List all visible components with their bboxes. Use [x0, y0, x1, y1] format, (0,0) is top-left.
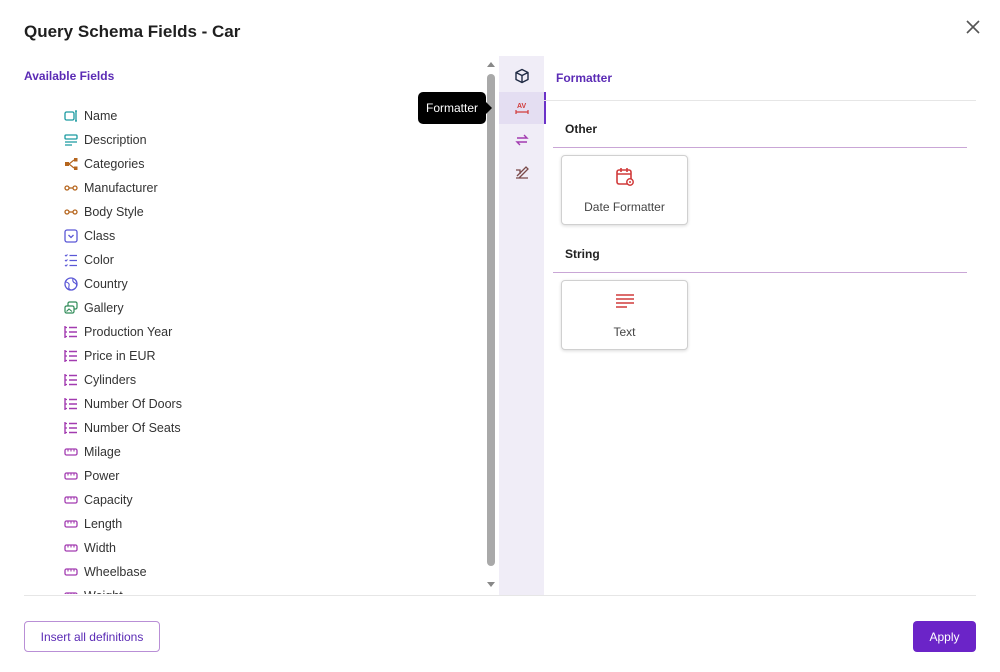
text-field-icon	[64, 109, 78, 123]
list-item[interactable]: Country	[64, 272, 128, 296]
insert-all-definitions-button[interactable]: Insert all definitions	[24, 621, 160, 652]
measure-icon	[64, 541, 78, 555]
formatter-icon: AV	[514, 103, 529, 114]
numbered-list-icon	[64, 421, 78, 435]
measure-icon	[64, 493, 78, 507]
field-label: Wheelbase	[84, 565, 147, 579]
numbered-list-icon	[64, 349, 78, 363]
numbered-list-icon	[64, 325, 78, 339]
list-item[interactable]: Price in EUR	[64, 344, 156, 368]
rich-text-icon	[64, 133, 78, 147]
measure-icon	[64, 517, 78, 531]
list-item[interactable]: Capacity	[64, 488, 133, 512]
hierarchy-icon	[64, 157, 78, 171]
relation-icon	[64, 205, 78, 219]
field-list: Name Description Categories Manufacturer Bod…	[24, 104, 480, 594]
field-label: Body Style	[84, 205, 144, 219]
field-label: Cylinders	[84, 373, 137, 387]
card-text[interactable]: Text	[561, 280, 688, 350]
section-heading-string: String	[565, 247, 600, 261]
list-item[interactable]: Width	[64, 536, 116, 560]
dialog-title: Query Schema Fields - Car	[24, 22, 241, 41]
tool-button-transform[interactable]	[499, 124, 544, 156]
field-label: Production Year	[84, 325, 173, 339]
section-divider	[553, 147, 967, 148]
field-label: Gallery	[84, 301, 124, 315]
card-label: Text	[613, 325, 636, 339]
measure-icon	[64, 565, 78, 579]
field-list-scrollbar[interactable]	[484, 60, 498, 592]
numbered-list-icon	[64, 397, 78, 411]
field-label: Capacity	[84, 493, 133, 507]
numbered-list-icon	[64, 373, 78, 387]
list-item[interactable]: Wheelbase	[64, 560, 147, 584]
field-label: Width	[84, 541, 116, 555]
list-item[interactable]: Power	[64, 464, 119, 488]
field-label: Description	[84, 133, 147, 147]
footer-divider	[24, 595, 976, 596]
gallery-icon	[64, 301, 78, 315]
list-item[interactable]: Gallery	[64, 296, 124, 320]
tool-button-formatter[interactable]: AV	[499, 92, 546, 124]
list-item[interactable]: Milage	[64, 440, 121, 464]
list-item[interactable]: Weight	[64, 584, 123, 594]
calendar-gear-icon	[616, 168, 634, 186]
field-label: Power	[84, 469, 120, 483]
field-label: Name	[84, 109, 118, 123]
field-label: Color	[84, 253, 114, 267]
available-fields-heading: Available Fields	[24, 69, 115, 83]
field-label: Manufacturer	[84, 181, 158, 195]
field-label: Weight	[84, 589, 123, 594]
signature-icon	[515, 166, 529, 179]
card-label: Date Formatter	[584, 200, 665, 214]
field-label: Price in EUR	[84, 349, 156, 363]
scroll-down-arrow-icon[interactable]	[487, 582, 495, 587]
scroll-up-arrow-icon[interactable]	[487, 62, 495, 67]
list-item[interactable]: Class	[64, 224, 115, 248]
globe-icon	[64, 277, 78, 291]
formatter-tooltip: Formatter	[418, 92, 493, 124]
field-label: Milage	[84, 445, 121, 459]
field-label: Categories	[84, 157, 145, 171]
section-divider	[553, 272, 967, 273]
tool-button-cube[interactable]	[499, 60, 544, 92]
measure-icon	[64, 469, 78, 483]
list-item[interactable]: Name	[64, 104, 117, 128]
list-item[interactable]: Categories	[64, 152, 144, 176]
list-item[interactable]: Cylinders	[64, 368, 136, 392]
field-label: Number Of Doors	[84, 397, 182, 411]
list-item[interactable]: Length	[64, 512, 122, 536]
apply-button[interactable]: Apply	[913, 621, 976, 652]
checklist-icon	[64, 253, 78, 267]
field-label: Class	[84, 229, 116, 243]
scroll-thumb[interactable]	[487, 74, 495, 566]
text-lines-icon	[616, 294, 634, 308]
list-item[interactable]: Body Style	[64, 200, 144, 224]
panel-title: Formatter	[556, 71, 613, 85]
field-label: Length	[84, 517, 123, 531]
measure-icon	[64, 445, 78, 459]
field-label: Number Of Seats	[84, 421, 181, 435]
panel-divider	[544, 100, 976, 101]
list-item[interactable]: Number Of Doors	[64, 392, 182, 416]
svg-text:AV: AV	[517, 103, 527, 110]
dropdown-icon	[64, 229, 78, 243]
tool-button-signature[interactable]	[499, 156, 544, 188]
list-item[interactable]: Description	[64, 128, 147, 152]
card-date-formatter[interactable]: Date Formatter	[561, 155, 688, 225]
tool-rail: AV	[499, 56, 546, 595]
list-item[interactable]: Manufacturer	[64, 176, 158, 200]
relation-icon	[64, 181, 78, 195]
list-item[interactable]: Number Of Seats	[64, 416, 181, 440]
section-heading-other: Other	[565, 122, 598, 136]
measure-icon	[64, 589, 78, 594]
transform-icon	[514, 134, 529, 146]
list-item[interactable]: Production Year	[64, 320, 172, 344]
list-item[interactable]: Color	[64, 248, 114, 272]
field-label: Country	[84, 277, 128, 291]
cube-icon	[514, 68, 529, 84]
close-icon[interactable]	[962, 16, 984, 38]
